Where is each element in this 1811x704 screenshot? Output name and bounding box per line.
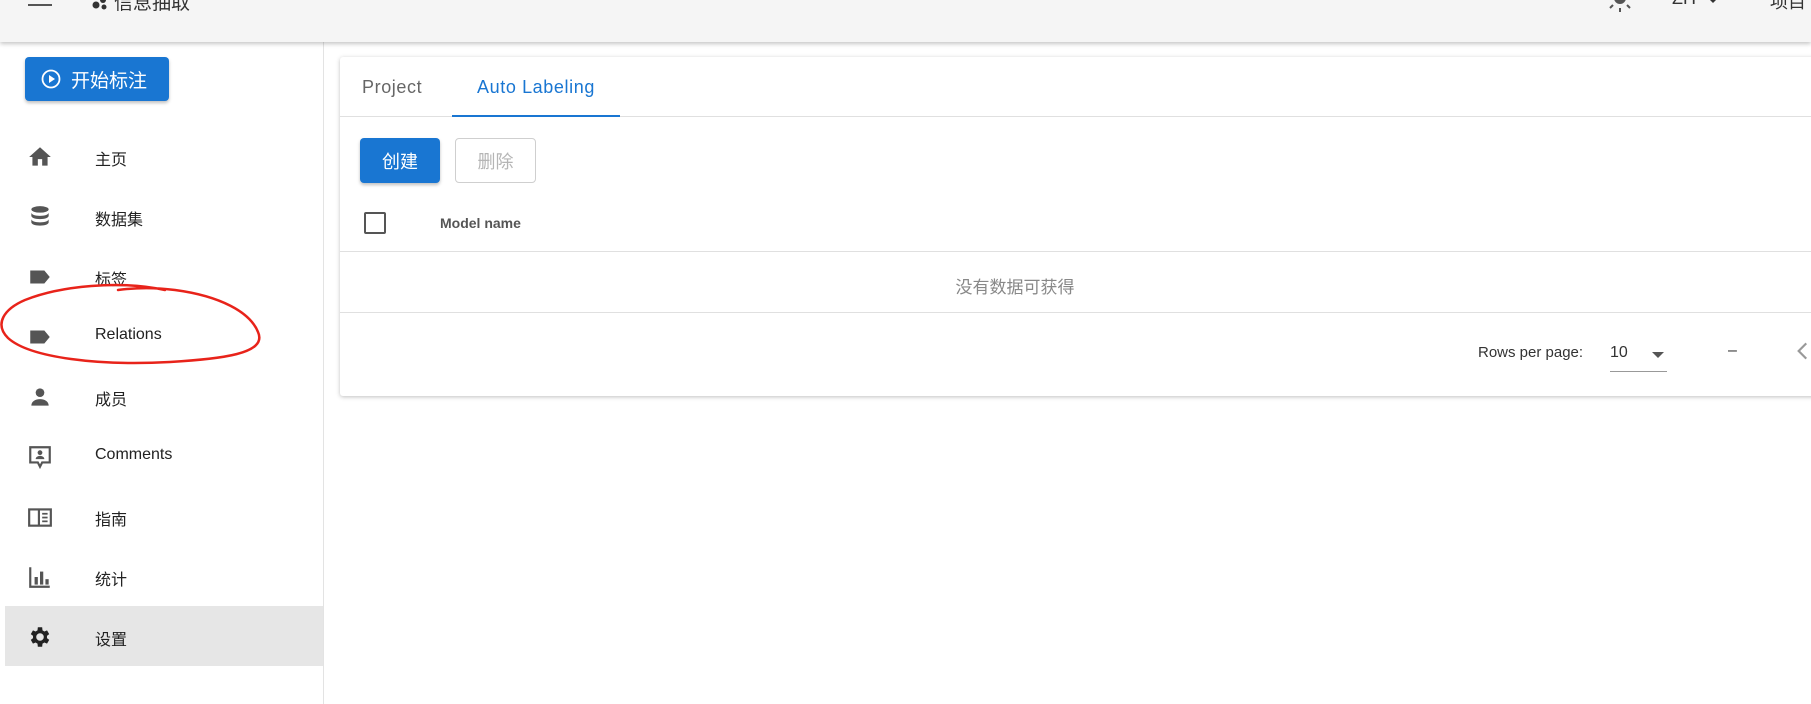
table-empty-row: 没有数据可获得 [340, 253, 1811, 313]
sidebar-item-relations[interactable]: Relations [5, 306, 323, 366]
rows-per-page-select[interactable]: 10 [1610, 334, 1667, 372]
person-icon [31, 388, 49, 406]
book-icon [28, 508, 52, 527]
sidebar-item-members[interactable]: 成员 [5, 366, 323, 426]
start-annotation-label: 开始标注 [71, 70, 148, 92]
table-header: Model name [340, 192, 1811, 252]
logo-icon [92, 0, 107, 10]
sidebar-item-label: 指南 [95, 512, 128, 529]
sidebar-item-label: 数据集 [95, 212, 144, 229]
label-icon [30, 270, 50, 284]
tab-auto-labeling[interactable]: Auto Labeling [452, 57, 620, 117]
page-range: – [1728, 342, 1737, 359]
table-pagination: Rows per page: 10 – [340, 314, 1811, 396]
create-button[interactable]: 创建 [360, 138, 440, 183]
rows-per-page-value: 10 [1610, 344, 1628, 361]
tab-project[interactable]: Project [362, 57, 422, 117]
label-icon [30, 330, 50, 344]
sidebar-item-statistics[interactable]: 统计 [5, 546, 323, 606]
theme-toggle-icon[interactable] [1606, 0, 1634, 12]
sidebar-item-label: Comments [95, 446, 173, 463]
tab-bar: Project Auto Labeling [340, 57, 1811, 117]
sidebar-item-label: 设置 [95, 632, 128, 649]
sidebar-item-label: 标签 [95, 272, 128, 289]
sidebar-item-label: Relations [95, 326, 162, 343]
sidebar: 开始标注 主页 数据集 标签 Relations 成员 Comments 指南 … [0, 42, 324, 704]
rows-per-page-label: Rows per page: [1478, 344, 1584, 361]
home-icon [29, 147, 51, 166]
active-tab-indicator [452, 115, 620, 117]
column-header-model-name[interactable]: Model name [440, 215, 521, 231]
chevron-left-icon[interactable] [1790, 338, 1811, 364]
sidebar-item-guideline[interactable]: 指南 [5, 486, 323, 546]
sidebar-item-comments[interactable]: Comments [5, 426, 323, 486]
empty-table-message: 没有数据可获得 [955, 278, 1075, 297]
sidebar-item-label: 主页 [95, 152, 128, 169]
app-title[interactable]: 信息抽取 [114, 0, 190, 15]
settings-card: Project Auto Labeling 创建 删除 Model name 没… [340, 57, 1811, 396]
delete-button[interactable]: 删除 [455, 138, 536, 183]
sidebar-item-label: 统计 [95, 572, 128, 589]
chart-bar-icon [29, 567, 50, 588]
main-content: Project Auto Labeling 创建 删除 Model name 没… [324, 42, 1811, 704]
chevron-down-icon[interactable] [1706, 0, 1720, 3]
app-bar: 信息抽取 ZH 项目 [0, 0, 1811, 42]
sidebar-item-home[interactable]: 主页 [5, 126, 323, 186]
menu-icon[interactable] [28, 0, 52, 10]
sidebar-item-settings[interactable]: 设置 [5, 606, 323, 666]
select-all-checkbox[interactable] [364, 212, 386, 234]
database-icon [31, 206, 49, 226]
sidebar-nav: 主页 数据集 标签 Relations 成员 Comments 指南 统计 设置 [5, 126, 323, 666]
chevron-down-icon [1652, 352, 1664, 358]
sidebar-item-labels[interactable]: 标签 [5, 246, 323, 306]
play-circle-icon [41, 69, 61, 89]
language-selector[interactable]: ZH [1672, 0, 1696, 9]
projects-link[interactable]: 项目 [1770, 0, 1806, 14]
sidebar-item-dataset[interactable]: 数据集 [5, 186, 323, 246]
sidebar-item-label: 成员 [95, 392, 128, 409]
comment-account-icon [29, 446, 51, 470]
gear-icon [30, 627, 50, 647]
start-annotation-button[interactable]: 开始标注 [25, 57, 169, 101]
